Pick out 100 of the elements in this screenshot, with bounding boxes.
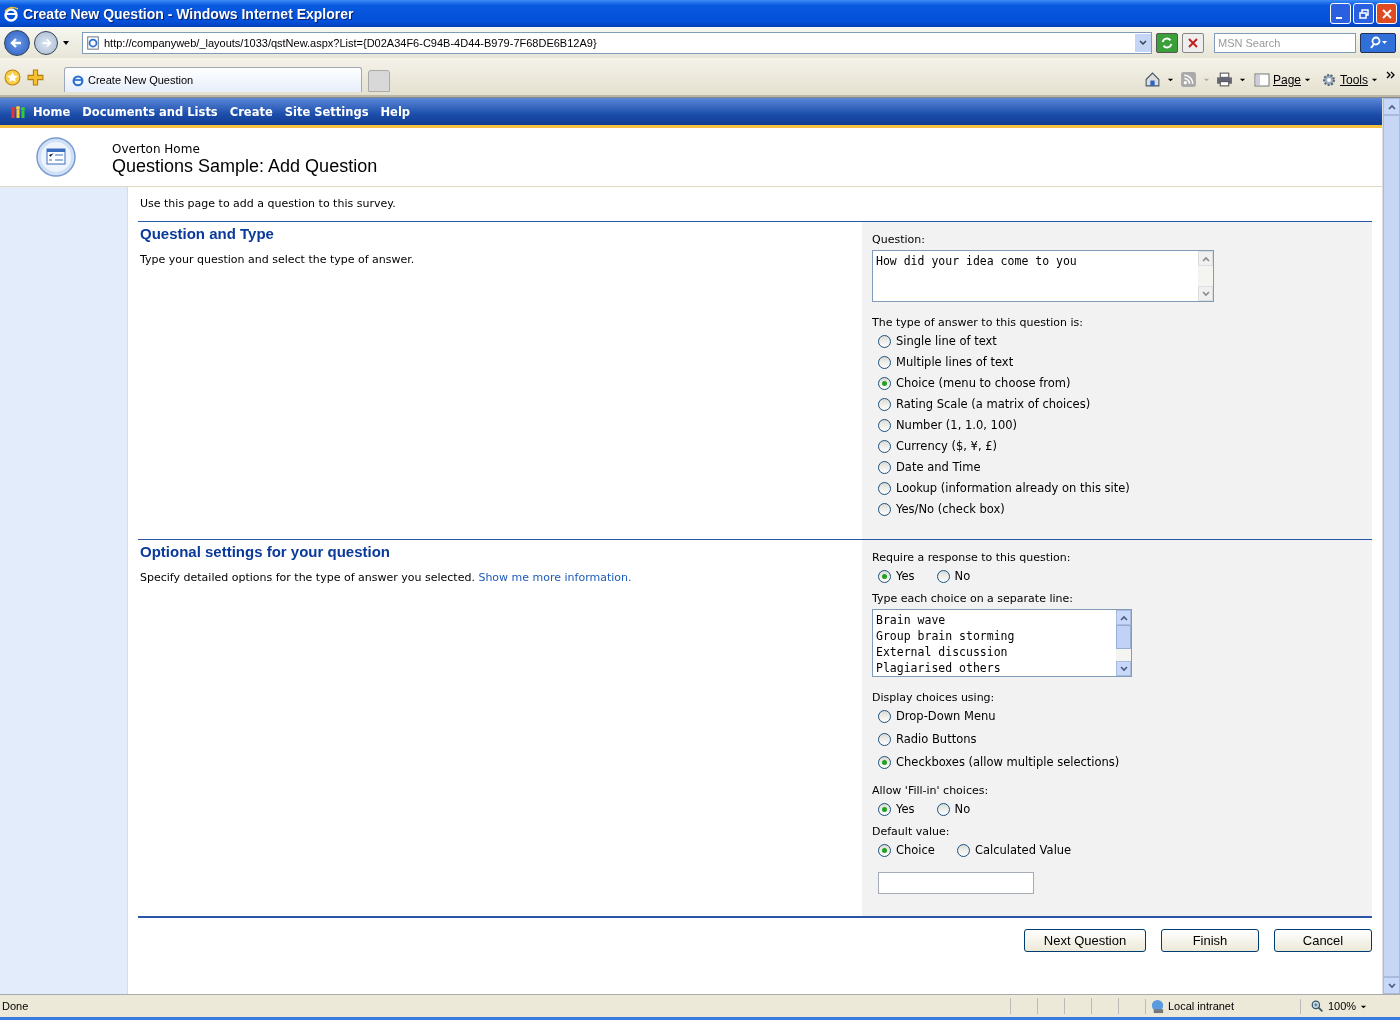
radio-option[interactable]: Currency ($, ¥, £) [872,438,1130,454]
search-button[interactable] [1360,32,1396,53]
tools-menu[interactable]: Tools [1319,71,1380,88]
radio-button[interactable] [878,460,891,474]
page-icon [1253,71,1270,88]
favorites-star-icon[interactable] [4,69,21,86]
radio-option[interactable]: Yes [872,568,915,584]
search-field[interactable]: MSN Search [1214,32,1356,53]
scroll-up-button[interactable] [1198,251,1213,266]
radio-option[interactable]: Multiple lines of text [872,354,1130,370]
globe-computer-icon [1150,998,1165,1014]
nav-link[interactable]: Site Settings [284,104,369,119]
zoom-control[interactable]: 100% [1300,998,1400,1014]
close-button[interactable] [1376,3,1397,24]
radio-button[interactable] [878,843,891,857]
form-button[interactable]: Cancel [1274,929,1372,952]
radio-button[interactable] [956,843,970,857]
radio-button[interactable] [878,802,891,816]
radio-option[interactable]: Date and Time [872,459,1130,475]
scroll-down-button[interactable] [1198,286,1213,301]
radio-button[interactable] [878,418,891,432]
radio-option[interactable]: Lookup (information already on this site) [872,480,1130,496]
radio-button[interactable] [878,334,891,348]
section-title: Question and Type [140,225,275,242]
address-field[interactable]: http://companyweb/_layouts/1033/qstNew.aspx?List={D02A34F6-C94B-4D44-B979-7F68DE6B12A9} [82,31,1152,54]
caret-icon [1304,76,1311,83]
radio-button[interactable] [878,755,891,769]
radio-option[interactable]: Yes/No (check box) [872,501,1130,517]
radio-option[interactable]: Number (1, 1.0, 100) [872,417,1130,433]
form-button[interactable]: Finish [1161,929,1259,952]
radio-option[interactable]: Radio Buttons [872,731,1120,747]
site-name[interactable]: Overton Home [112,141,378,156]
radio-option[interactable]: Choice (menu to choose from) [872,375,1130,391]
browser-logo-icon [71,73,85,87]
radio-button[interactable] [878,569,891,583]
address-dropdown-button[interactable] [1135,33,1151,52]
page-menu[interactable]: Page [1251,71,1313,88]
caret-icon[interactable] [1238,76,1246,83]
default-value-field[interactable] [878,872,1034,894]
radio-button[interactable] [936,802,950,816]
radio-button[interactable] [878,376,891,390]
add-favorite-plus-icon[interactable] [27,69,44,86]
scroll-up-button[interactable] [1383,98,1400,115]
refresh-button[interactable] [1156,32,1178,53]
field-label: Type each choice on a separate line: [872,592,1073,605]
section-title: Optional settings for your question [140,543,391,560]
radio-button[interactable] [878,502,891,516]
radio-option[interactable]: Drop-Down Menu [872,708,1120,724]
scroll-up-button[interactable] [1116,610,1131,625]
stop-button[interactable] [1182,32,1204,53]
restore-button[interactable] [1353,3,1374,24]
close-icon [1381,8,1392,19]
stop-icon [1187,36,1199,49]
printer-icon[interactable] [1215,71,1233,88]
question-field[interactable]: How did your idea come to you [872,250,1214,302]
nav-link[interactable]: Home [33,104,71,119]
radio-option[interactable]: Single line of text [872,333,1130,349]
radio-option[interactable]: Choice [872,842,935,858]
choices-field[interactable]: Brain wave Group brain storming External discussion Plagiarised others [872,609,1132,677]
radio-button[interactable] [878,397,891,411]
caret-icon [1371,76,1378,83]
window-title: Create New Question - Windows Internet Explorer [23,5,355,22]
radio-button[interactable] [936,569,950,583]
back-button[interactable] [4,29,30,56]
intro-text: Use this page to add a question to this survey. [139,196,397,212]
caret-icon[interactable] [1166,76,1174,83]
nav-link[interactable]: Documents and Lists [82,104,218,119]
radio-option[interactable]: Calculated Value [950,842,1072,858]
form-button[interactable]: Next Question [1024,929,1146,952]
radio-button[interactable] [878,355,891,369]
caret-icon [1139,38,1147,47]
field-label: Default value: [872,825,950,838]
radio-button[interactable] [878,709,891,723]
caret-icon[interactable] [62,38,70,47]
page-icon [86,35,100,50]
forward-button[interactable] [34,30,58,55]
minimize-button[interactable] [1330,3,1351,24]
home-icon[interactable] [1143,71,1161,88]
nav-link[interactable]: Create [229,104,273,119]
browser-tab[interactable]: Create New Question [64,67,362,92]
more-chevron-icon[interactable] [1386,71,1396,79]
nav-link[interactable]: Help [380,104,411,119]
radio-option[interactable]: No [930,568,971,584]
gear-icon [1321,71,1337,88]
status-text: Done [1,1000,30,1012]
more-info-link[interactable]: Show me more information. [478,571,632,584]
radio-option[interactable]: Rating Scale (a matrix of choices) [872,396,1130,412]
radio-option[interactable]: Yes [872,801,915,817]
survey-list-icon [36,137,76,177]
security-zone: Local intranet [1145,998,1300,1014]
radio-option[interactable]: Checkboxes (allow multiple selections) [872,754,1120,770]
radio-option[interactable]: No [930,801,971,817]
radio-button[interactable] [878,481,891,495]
scroll-down-button[interactable] [1383,977,1400,994]
radio-button[interactable] [878,732,891,746]
radio-button[interactable] [878,439,891,453]
minimize-icon [1336,16,1342,19]
page-title: Questions Sample: Add Question [112,155,378,177]
search-icon [1368,35,1388,50]
scroll-down-button[interactable] [1116,661,1131,676]
